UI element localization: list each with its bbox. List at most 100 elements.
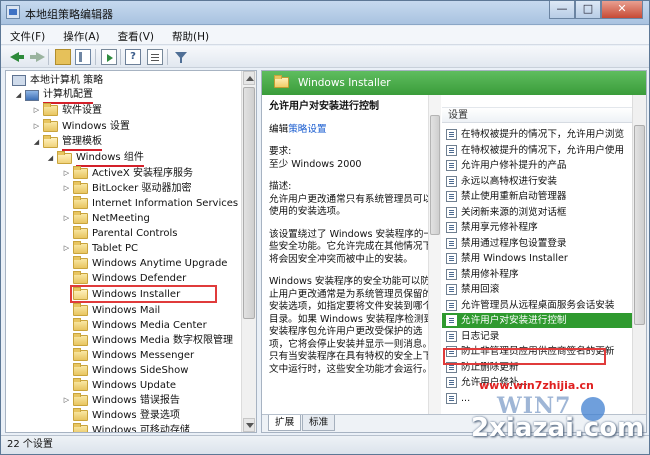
maximize-button[interactable]: □ (575, 1, 601, 19)
policy-setting-icon (446, 315, 457, 326)
tree-item-anytime-upgrade[interactable]: Windows Anytime Upgrade (62, 256, 227, 271)
setting-item[interactable]: 禁用 Windows Installer (442, 251, 646, 266)
tree-item-removable-storage[interactable]: Windows 可移动存储 (62, 423, 190, 432)
tree-item-netmeeting[interactable]: ▷ NetMeeting (62, 211, 150, 226)
menu-help[interactable]: 帮助(H) (163, 26, 218, 44)
menu-action[interactable]: 操作(A) (54, 26, 108, 44)
window-title: 本地组策略编辑器 (25, 8, 113, 21)
tree-item-windows-components[interactable]: ◢ Windows 组件 (46, 151, 144, 167)
tab-standard[interactable]: 标准 (302, 415, 336, 431)
expand-arrow-icon[interactable]: ▷ (62, 211, 71, 226)
collapse-arrow-icon[interactable]: ◢ (32, 135, 41, 150)
tree-item-sideshow[interactable]: Windows SideShow (62, 363, 188, 378)
setting-item[interactable]: 日志记录 (442, 329, 646, 344)
expand-arrow-icon[interactable]: ▷ (62, 241, 71, 256)
tree-pane[interactable]: 本地计算机 策略 ◢ 计算机配置 ▷ 软件设置 ▷ Windows 设置 ◢ 管… (5, 70, 257, 433)
edit-policy-link[interactable]: 策略设置 (288, 124, 326, 135)
policy-setting-icon (446, 175, 457, 187)
setting-item[interactable]: 禁用通过程序包设置登录 (442, 236, 646, 251)
scroll-down-icon[interactable] (243, 418, 255, 432)
tab-extended[interactable]: 扩展 (268, 415, 302, 431)
tree-item-local-policy[interactable]: 本地计算机 策略 (12, 73, 103, 88)
tree-item-label: Internet Information Services (92, 198, 239, 209)
setting-item[interactable]: 禁用修补程序 (442, 267, 646, 282)
tree-item-label: Windows Messenger (92, 350, 195, 361)
tree-item-windows-mail[interactable]: Windows Mail (62, 303, 160, 318)
setting-item[interactable]: 禁用回滚 (442, 282, 646, 297)
setting-item[interactable]: 允许用户修补提升的产品 (442, 158, 646, 173)
toolbar-separator (48, 49, 49, 65)
folder-icon (73, 408, 88, 421)
setting-item[interactable]: 永远以高特权进行安装 (442, 174, 646, 189)
tree-scrollbar[interactable] (241, 71, 256, 432)
tree-item-windows-update[interactable]: Windows Update (62, 378, 176, 393)
scroll-up-icon[interactable] (243, 71, 255, 85)
show-tree-icon[interactable] (75, 49, 91, 65)
tree-item-iis[interactable]: Internet Information Services (62, 196, 238, 211)
setting-item[interactable]: 禁止使用重新启动管理器 (442, 189, 646, 204)
folder-icon (73, 318, 88, 331)
filter-icon[interactable] (173, 49, 189, 65)
tree-item-label: Windows Defender (92, 273, 187, 284)
tree-item-tablet-pc[interactable]: ▷ Tablet PC (62, 241, 138, 256)
toolbar: ? (1, 46, 649, 68)
tree-item-messenger[interactable]: Windows Messenger (62, 348, 194, 363)
scroll-thumb[interactable] (243, 87, 255, 319)
requirements-value: 至少 Windows 2000 (269, 158, 362, 170)
tree-item-media-drm[interactable]: Windows Media 数字权限管理 (62, 333, 233, 348)
tree-item-error-reporting[interactable]: ▷ Windows 错误报告 (62, 393, 180, 408)
collapse-arrow-icon[interactable]: ◢ (14, 88, 23, 103)
description-label: 描述: (269, 181, 292, 192)
close-button[interactable]: ✕ (601, 1, 643, 19)
up-folder-icon[interactable] (55, 49, 71, 65)
tree-item-activex[interactable]: ▷ ActiveX 安装程序服务 (62, 166, 193, 181)
folder-open-icon (57, 151, 72, 164)
tree-item-admin-templates[interactable]: ◢ 管理模板 (32, 135, 102, 151)
details-header: Windows Installer (262, 71, 646, 95)
setting-label: 禁用享元修补程序 (461, 222, 538, 233)
setting-item[interactable]: 在特权被提升的情况下，允许用户浏览 (442, 127, 646, 142)
setting-item[interactable]: 关闭新来源的浏览对话框 (442, 205, 646, 220)
tree-item-label: NetMeeting (92, 213, 150, 224)
expand-arrow-icon[interactable]: ▷ (62, 181, 71, 196)
tree-item-parental-controls[interactable]: Parental Controls (62, 226, 177, 241)
expand-arrow-icon[interactable]: ▷ (32, 103, 41, 118)
scroll-thumb[interactable] (430, 115, 440, 235)
tree-item-media-center[interactable]: Windows Media Center (62, 318, 207, 333)
setting-item[interactable]: 在特权被提升的情况下，允许用户使用 (442, 143, 646, 158)
menu-view[interactable]: 查看(V) (109, 26, 163, 44)
setting-item[interactable]: 允许管理员从远程桌面服务会话安装 (442, 298, 646, 313)
setting-item[interactable]: 禁用享元修补程序 (442, 220, 646, 235)
export-icon[interactable] (101, 49, 117, 65)
tree-item-computer-config[interactable]: ◢ 计算机配置 (14, 88, 93, 104)
policy-setting-icon (446, 191, 457, 202)
tree-item-logon-options[interactable]: Windows 登录选项 (62, 408, 180, 423)
policy-setting-icon (446, 160, 457, 171)
properties-icon[interactable] (147, 49, 163, 65)
expand-arrow-icon[interactable]: ▷ (62, 166, 71, 181)
expand-arrow-icon[interactable]: ▷ (32, 119, 41, 134)
settings-list: 设置 在特权被提升的情况下，允许用户浏览 在特权被提升的情况下，允许用户使用 允许用… (442, 95, 646, 414)
expand-arrow-icon[interactable]: ▷ (62, 393, 71, 408)
toolbar-separator (120, 49, 121, 65)
policy-setting-icon (446, 377, 457, 388)
toolbar-separator (95, 49, 96, 65)
setting-item[interactable]: 允许用户对安装进行控制 (442, 313, 646, 328)
tree-item-software-settings[interactable]: ▷ 软件设置 (32, 103, 102, 118)
tree-item-label: 软件设置 (62, 105, 102, 116)
collapse-arrow-icon[interactable]: ◢ (46, 151, 55, 166)
tree-item-label: Windows 设置 (62, 121, 130, 132)
back-icon[interactable] (9, 49, 25, 65)
policy-setting-icon (446, 392, 457, 404)
forward-icon[interactable] (29, 49, 45, 65)
minimize-button[interactable]: — (549, 1, 575, 19)
tree-item-windows-defender[interactable]: Windows Defender (62, 271, 186, 286)
settings-column-header[interactable]: 设置 (442, 107, 646, 123)
settings-scrollbar[interactable] (632, 95, 646, 414)
tree-item-bitlocker[interactable]: ▷ BitLocker 驱动器加密 (62, 181, 191, 196)
tree-item-windows-settings[interactable]: ▷ Windows 设置 (32, 119, 130, 134)
menu-file[interactable]: 文件(F) (1, 26, 54, 44)
scroll-thumb[interactable] (634, 125, 645, 325)
help-icon[interactable]: ? (125, 49, 141, 65)
description-scrollbar[interactable] (428, 95, 441, 414)
